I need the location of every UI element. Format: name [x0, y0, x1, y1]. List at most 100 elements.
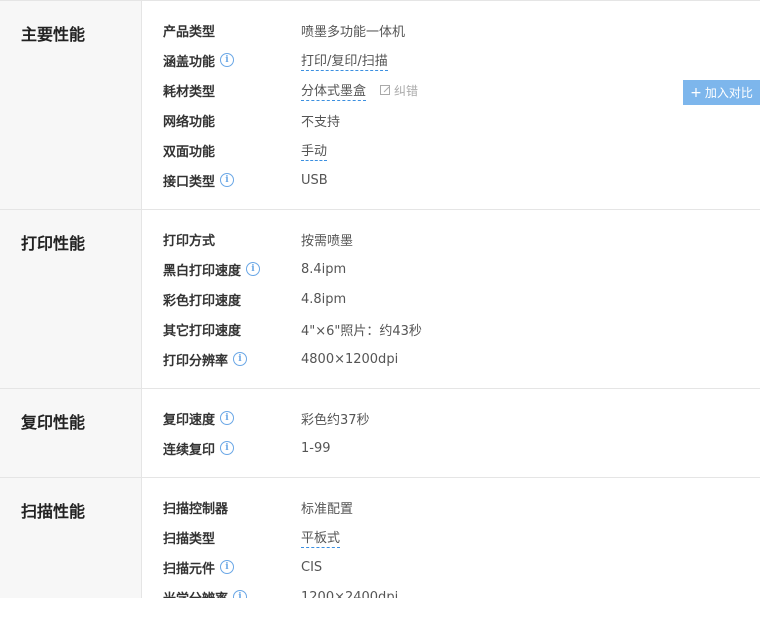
spec-value-text: 不支持	[301, 114, 341, 130]
spec-label: 网络功能	[142, 111, 301, 130]
info-icon[interactable]: i	[220, 441, 235, 455]
spec-row: 其它打印速度 4"×6"照片：约43秒	[142, 314, 760, 344]
spec-row: 连续复印 i 1-99	[142, 433, 760, 463]
spec-value: 手动	[301, 140, 328, 161]
spec-value: 4"×6"照片：约43秒	[301, 320, 422, 339]
spec-value: 不支持	[301, 111, 340, 130]
spec-row: 网络功能 不支持	[142, 105, 760, 135]
spec-value-link[interactable]: 手动	[301, 140, 328, 161]
info-icon[interactable]: i	[246, 262, 261, 276]
spec-row: 彩色打印速度 4.8ipm	[142, 284, 760, 314]
add-to-compare-label: 加入对比	[704, 86, 753, 100]
spec-value-link[interactable]: 分体式墨盒	[301, 80, 367, 101]
spec-row: 光学分辨率 i 1200×2400dpi	[142, 582, 760, 598]
spec-label: 其它打印速度	[142, 320, 301, 339]
spec-value: 按需喷墨	[301, 230, 353, 249]
spec-label: 光学分辨率 i	[142, 588, 301, 599]
spec-value: 喷墨多功能一体机	[301, 21, 405, 40]
spec-row: 产品类型 喷墨多功能一体机	[142, 15, 760, 45]
plus-icon: +	[690, 84, 702, 101]
spec-label: 涵盖功能 i	[142, 51, 301, 70]
spec-label-text: 其它打印速度	[163, 323, 242, 339]
spec-row: 双面功能 手动	[142, 135, 760, 165]
edit-icon	[380, 85, 391, 95]
spec-value: 1-99	[301, 441, 331, 456]
spec-row: 复印速度 i 彩色约37秒	[142, 403, 760, 433]
info-icon[interactable]: i	[220, 53, 235, 67]
spec-value: 平板式	[301, 527, 341, 548]
spec-label-text: 耗材类型	[163, 84, 216, 100]
spec-value-text: 彩色约37秒	[301, 412, 370, 428]
spec-label: 连续复印 i	[142, 439, 301, 458]
spec-label-text: 接口类型	[163, 174, 216, 190]
spec-row: 打印方式 按需喷墨	[142, 224, 760, 254]
spec-value-text: 1-99	[301, 440, 331, 456]
spec-value: 8.4ipm	[301, 262, 346, 277]
spec-label: 产品类型	[142, 21, 301, 40]
spec-row: 接口类型 i USB	[142, 165, 760, 195]
section-body: 产品类型 喷墨多功能一体机涵盖功能 i 打印/复印/扫描耗材类型 分体式墨盒 纠错网络功能…	[142, 1, 760, 209]
spec-label-text: 复印速度	[163, 412, 216, 428]
spec-label-text: 网络功能	[163, 114, 216, 130]
spec-row: 扫描控制器 标准配置	[142, 492, 760, 522]
correction-link[interactable]: 纠错	[380, 82, 418, 99]
spec-value-text: 4800×1200dpi	[301, 351, 399, 367]
spec-value-text: 按需喷墨	[301, 233, 354, 249]
section-title: 复印性能	[0, 389, 142, 477]
spec-label-text: 扫描元件	[163, 561, 216, 577]
spec-value: 4.8ipm	[301, 292, 346, 307]
spec-row: 涵盖功能 i 打印/复印/扫描	[142, 45, 760, 75]
spec-table-viewport: 主要性能 产品类型 喷墨多功能一体机涵盖功能 i 打印/复印/扫描耗材类型 分体式墨盒 纠错…	[0, 0, 760, 598]
spec-section: 扫描性能扫描控制器标准配置扫描类型平板式扫描元件iCIS光学分辨率i1200×2…	[0, 478, 760, 598]
section-title: 扫描性能	[0, 478, 142, 598]
spec-value: CIS	[301, 560, 322, 575]
spec-label-text: 双面功能	[163, 144, 216, 160]
spec-row: 扫描元件 i CIS	[142, 552, 760, 582]
spec-row: 耗材类型 分体式墨盒 纠错	[142, 75, 760, 105]
correction-label: 纠错	[394, 83, 419, 98]
spec-value: 分体式墨盒 纠错	[301, 80, 418, 101]
spec-label-text: 彩色打印速度	[163, 293, 242, 309]
spec-value-text: 1200×2400dpi	[301, 589, 399, 599]
spec-value-text: USB	[301, 172, 328, 188]
spec-value-link[interactable]: 平板式	[301, 527, 341, 548]
spec-sections: 主要性能 产品类型 喷墨多功能一体机涵盖功能 i 打印/复印/扫描耗材类型 分体式墨盒 纠错…	[0, 0, 760, 598]
section-title: 打印性能	[0, 210, 142, 388]
info-icon[interactable]: i	[233, 590, 248, 598]
spec-value-text: 标准配置	[301, 501, 354, 517]
spec-value-text: CIS	[301, 559, 323, 575]
info-icon[interactable]: i	[220, 411, 235, 425]
spec-value: 打印/复印/扫描	[301, 50, 388, 71]
spec-label: 扫描元件 i	[142, 558, 301, 577]
add-to-compare-button[interactable]: + 加入对比	[683, 80, 760, 105]
section-body: 复印速度 i 彩色约37秒 连续复印 i 1-99	[142, 389, 760, 477]
spec-label: 打印分辨率 i	[142, 350, 301, 369]
spec-label-text: 产品类型	[163, 24, 216, 40]
section-title: 主要性能	[0, 1, 142, 209]
spec-value-link[interactable]: 打印/复印/扫描	[301, 50, 388, 71]
spec-label-text: 黑白打印速度	[163, 263, 242, 279]
spec-value: 标准配置	[301, 498, 353, 517]
spec-value-text: 喷墨多功能一体机	[301, 24, 406, 40]
spec-label-text: 光学分辨率	[163, 588, 228, 599]
spec-value-text: 4"×6"照片：约43秒	[301, 323, 422, 339]
spec-label: 接口类型 i	[142, 171, 301, 190]
spec-label-text: 打印分辨率	[163, 353, 229, 369]
spec-value: 1200×2400dpi	[301, 590, 398, 599]
spec-value: 4800×1200dpi	[301, 352, 398, 367]
section-body: 扫描控制器 标准配置扫描类型 平板式扫描元件 i CIS 光学分辨率 i 1200×2400d…	[142, 478, 760, 598]
info-icon[interactable]: i	[233, 352, 248, 366]
spec-row: 扫描类型 平板式	[142, 522, 760, 552]
spec-label: 黑白打印速度 i	[142, 260, 301, 279]
spec-label: 复印速度 i	[142, 409, 301, 428]
spec-label: 打印方式	[142, 230, 301, 249]
section-body: 打印方式 按需喷墨黑白打印速度 i 8.4ipm 彩色打印速度 4.8ipm 其它打印速度 4…	[142, 210, 760, 388]
spec-label-text: 扫描控制器	[163, 501, 229, 517]
spec-label: 双面功能	[142, 141, 301, 160]
spec-label-text: 涵盖功能	[163, 54, 216, 70]
spec-section: 主要性能 产品类型 喷墨多功能一体机涵盖功能 i 打印/复印/扫描耗材类型 分体式墨盒 纠错…	[0, 0, 760, 210]
info-icon[interactable]: i	[220, 560, 235, 574]
spec-row: 黑白打印速度 i 8.4ipm	[142, 254, 760, 284]
info-icon[interactable]: i	[220, 173, 235, 187]
spec-row: 打印分辨率 i 4800×1200dpi	[142, 344, 760, 374]
